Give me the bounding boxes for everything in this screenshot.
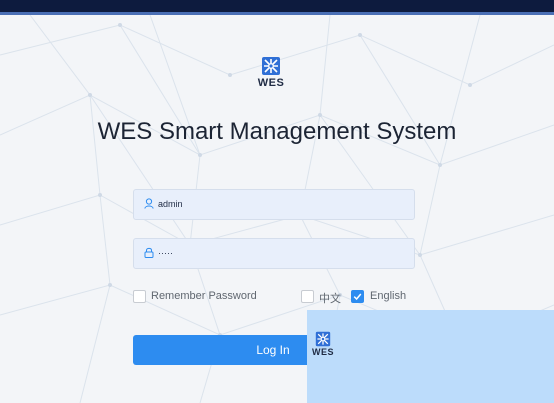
user-icon [144,198,154,209]
lang-en-checkbox[interactable] [351,290,364,303]
page-title: WES Smart Management System [97,118,457,145]
overlay-wes-logo: WES [312,331,334,357]
username-field[interactable]: admin [133,189,415,220]
wes-logo: WES [257,56,285,89]
overlay-panel [307,310,554,403]
password-field[interactable]: ····· [133,238,415,269]
wes-logo-icon [262,57,280,75]
check-icon [353,293,362,301]
lang-en-label[interactable]: English [370,290,406,302]
wes-logo-icon [315,331,331,347]
overlay-logo-text: WES [312,347,335,357]
logo-text: WES [257,77,285,89]
remember-password-label[interactable]: Remember Password [151,290,257,302]
remember-password-checkbox[interactable] [133,290,146,303]
password-value: ····· [158,248,173,258]
username-value: admin [158,199,183,209]
lock-icon [144,247,154,258]
lang-zh-checkbox[interactable] [301,290,314,303]
lang-zh-label[interactable]: 中文 [319,290,341,306]
